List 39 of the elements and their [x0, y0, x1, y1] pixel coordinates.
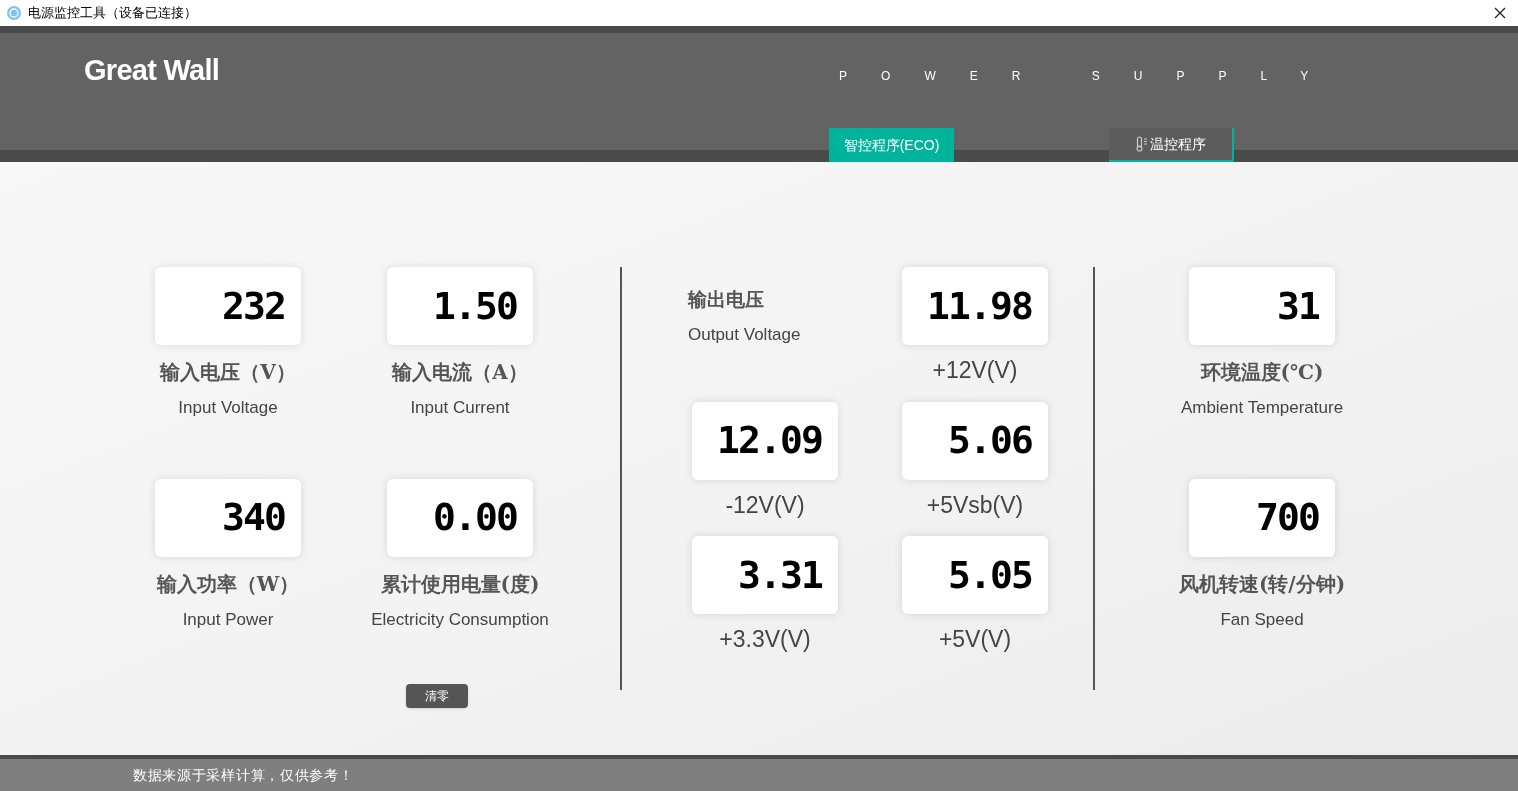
footer-note: 数据来源于采样计算，仅供参考！ — [133, 765, 354, 785]
brand-logo: Great Wall — [84, 53, 220, 88]
reading-label: Input Voltage — [178, 397, 278, 419]
digital-display: 1.50 — [387, 267, 533, 345]
digital-display: 700 — [1189, 478, 1335, 557]
digital-display: 31 — [1189, 267, 1335, 345]
reading-label: Input Power — [182, 608, 274, 631]
digital-display: 11.98 — [902, 267, 1048, 345]
digital-display: 5.06 — [902, 401, 1048, 480]
reading-label: Ambient Temperature — [1180, 397, 1344, 419]
reading-label: +5Vsb(V) — [926, 490, 1024, 520]
reading-label: Fan Speed — [1220, 608, 1304, 631]
section-subtitle: Output Voltage — [688, 323, 802, 346]
reading-label: +5V(V) — [938, 625, 1012, 654]
reading-label: 输入电压（V） — [160, 359, 296, 386]
digital-display: 340 — [155, 478, 301, 557]
reading-label: 输入功率（W） — [156, 570, 300, 598]
digital-display: 232 — [155, 267, 301, 345]
digital-display: 5.05 — [902, 536, 1048, 614]
thermometer-icon — [1135, 136, 1148, 152]
digital-display: 3.31 — [692, 536, 838, 614]
reading-label: -12V(V) — [725, 490, 805, 520]
digital-display: 0.00 — [387, 478, 533, 557]
reading-label: 环境温度(℃) — [1200, 359, 1324, 386]
reset-button[interactable]: 清零 — [406, 684, 468, 708]
reading-label: 风机转速(转/分钟) — [1178, 570, 1346, 598]
window-title: 电源监控工具（设备已连接） — [28, 4, 197, 23]
reading-label: 累计使用电量(度) — [380, 570, 540, 598]
close-icon — [1494, 7, 1506, 19]
tagline: POWER SUPPLY — [839, 68, 1343, 85]
tab[interactable]: 温控程序 — [1109, 128, 1234, 162]
reading-label: Input Current — [410, 397, 510, 419]
app-icon — [6, 5, 22, 21]
digital-display: 12.09 — [692, 401, 838, 480]
reading-label: +3.3V(V) — [719, 625, 811, 654]
reading-label: 输入电流（A） — [392, 359, 528, 386]
reading-label: +12V(V) — [932, 356, 1018, 385]
reading-label: Electricity Consumption — [371, 608, 549, 631]
section-title: 输出电压 — [688, 287, 765, 312]
